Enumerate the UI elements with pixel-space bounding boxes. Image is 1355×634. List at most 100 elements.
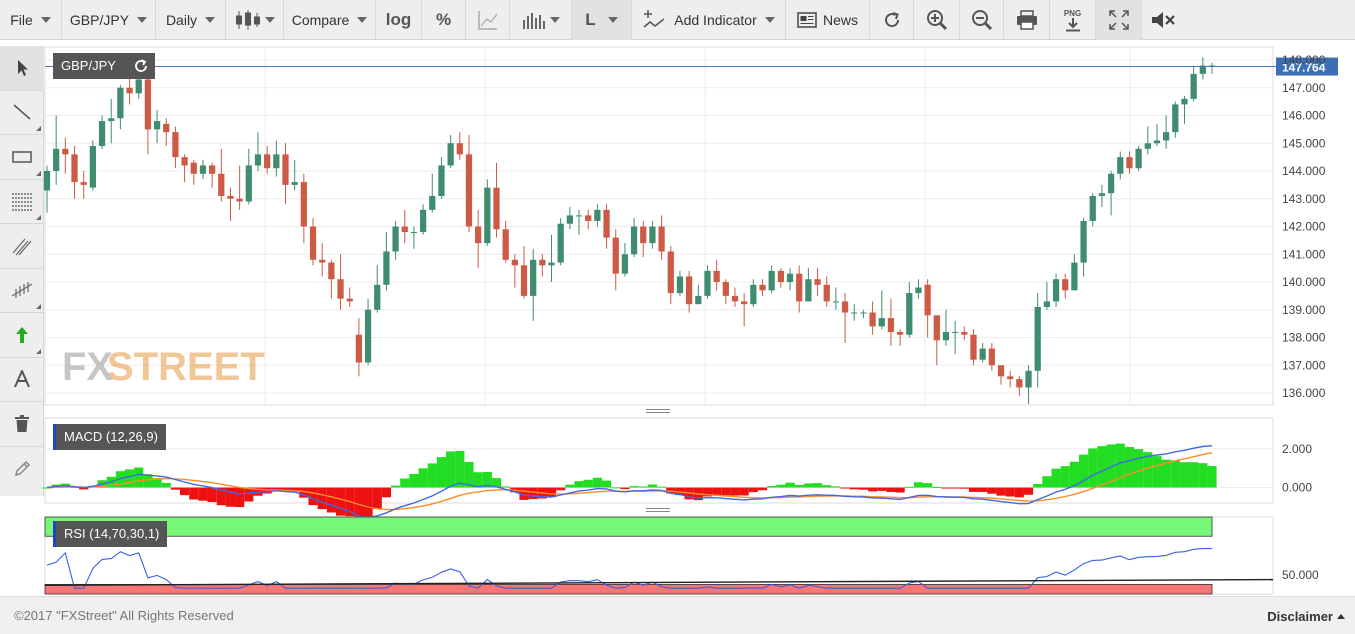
candle-body — [741, 301, 748, 305]
chevron-up-icon — [1337, 614, 1345, 619]
candle-body — [796, 273, 803, 302]
y-tick-label: 139.000 — [1282, 303, 1326, 317]
candle-body — [640, 226, 647, 244]
candle-body — [1034, 306, 1041, 371]
macd-histogram-bar — [170, 487, 181, 490]
macd-histogram-bar — [583, 479, 593, 488]
macd-histogram-bar — [574, 481, 584, 488]
macd-histogram-bar — [381, 487, 391, 498]
macd-histogram-bar — [776, 484, 786, 488]
candle-body — [328, 262, 335, 280]
candle-body — [722, 282, 729, 296]
macd-histogram-bar — [308, 487, 318, 506]
macd-pane: 2.000 0.000 — [42, 417, 1312, 523]
macd-histogram-bar — [317, 487, 327, 510]
candle-body — [603, 209, 610, 238]
macd-histogram-bar — [326, 487, 336, 513]
candle-body — [144, 79, 152, 130]
copyright: ©2017 "FXStreet" All Rights Reserved — [14, 608, 234, 623]
y-tick-label: 144.000 — [1282, 164, 1326, 178]
candle-body — [548, 262, 555, 266]
candle-body — [465, 154, 473, 227]
macd-histogram-bar — [244, 487, 254, 502]
candle-body — [337, 279, 344, 299]
candle-body — [419, 209, 427, 233]
macd-label[interactable]: MACD (12,26,9) — [53, 424, 166, 450]
macd-histogram-bar — [1060, 466, 1070, 488]
y-tick-label: 146.000 — [1282, 109, 1326, 123]
macd-histogram-bar — [1198, 463, 1208, 488]
candle-body — [1126, 157, 1133, 169]
candle-body — [915, 287, 922, 294]
macd-histogram-bar — [877, 487, 887, 491]
candle-body — [1135, 148, 1142, 169]
macd-histogram-bar — [436, 457, 447, 488]
candle-body — [199, 165, 207, 174]
macd-histogram-bar — [455, 450, 465, 488]
candle-body — [53, 148, 60, 171]
chart-canvas[interactable]: FX STREET 147.764 136.000137.000138.0001… — [0, 0, 1355, 596]
macd-histogram-bar — [372, 487, 382, 509]
candle-body — [429, 195, 436, 210]
candle — [484, 179, 491, 246]
macd-histogram-bar — [189, 487, 199, 500]
macd-histogram-bar — [400, 478, 410, 488]
macd-histogram-bar — [647, 484, 658, 488]
candle-body — [530, 259, 537, 296]
candle-body — [1107, 173, 1115, 194]
candle-body — [291, 182, 298, 185]
macd-histogram-bar — [730, 487, 740, 496]
candle-body — [319, 259, 326, 263]
candle-body — [1117, 157, 1124, 174]
candle-body — [713, 270, 720, 282]
candle-body — [410, 232, 418, 234]
disclaimer-label: Disclaimer — [1267, 609, 1333, 624]
candle-body — [89, 146, 96, 188]
candle — [1135, 146, 1142, 171]
macd-histogram-bar — [1023, 487, 1034, 495]
macd-histogram-bar — [868, 487, 878, 492]
candle-body — [961, 331, 968, 335]
macd-histogram-bar — [1115, 443, 1125, 488]
candle-body — [887, 318, 895, 332]
macd-histogram-bar — [1170, 460, 1180, 488]
candle-body — [245, 165, 252, 202]
rsi-label[interactable]: RSI (14,70,30,1) — [53, 521, 168, 547]
candle-body — [924, 284, 931, 316]
candle-body — [392, 226, 399, 252]
candle-body — [1080, 220, 1087, 263]
disclaimer-toggle[interactable]: Disclaimer — [1267, 609, 1345, 624]
candle-body — [750, 284, 757, 305]
logo-street: STREET — [107, 345, 265, 389]
macd-histogram-bar — [657, 486, 667, 488]
candle-body — [869, 312, 876, 327]
candle-body — [933, 315, 940, 341]
candle-body — [676, 276, 684, 294]
reload-icon[interactable] — [133, 58, 149, 74]
macd-histogram-bar — [1152, 456, 1162, 488]
candle-body — [401, 226, 408, 233]
candle — [89, 140, 96, 191]
symbol-badge-label: GBP/JPY — [61, 58, 116, 73]
candle-body — [952, 331, 959, 333]
macd-histogram-bar — [501, 486, 511, 488]
candle-body — [80, 182, 87, 185]
macd-histogram-bar — [134, 467, 144, 488]
macd-histogram-bar — [1189, 462, 1199, 488]
macd-histogram-bar — [198, 487, 208, 501]
candle-body — [484, 187, 491, 244]
macd-histogram-bar — [1014, 487, 1024, 498]
candle-body — [1007, 376, 1014, 380]
candle-body — [667, 251, 674, 294]
macd-histogram-bar — [427, 463, 437, 488]
y-tick-label: 137.000 — [1282, 358, 1326, 372]
macd-histogram-bar — [611, 487, 621, 489]
y-tick-label: 143.000 — [1282, 192, 1326, 206]
candle-body — [988, 348, 995, 366]
candle-body — [621, 254, 629, 274]
candle-body — [695, 295, 702, 305]
macd-histogram-bar — [1088, 448, 1098, 488]
macd-histogram-bar — [161, 482, 171, 488]
candle-body — [208, 165, 216, 174]
macd-histogram-bar — [1134, 449, 1144, 488]
